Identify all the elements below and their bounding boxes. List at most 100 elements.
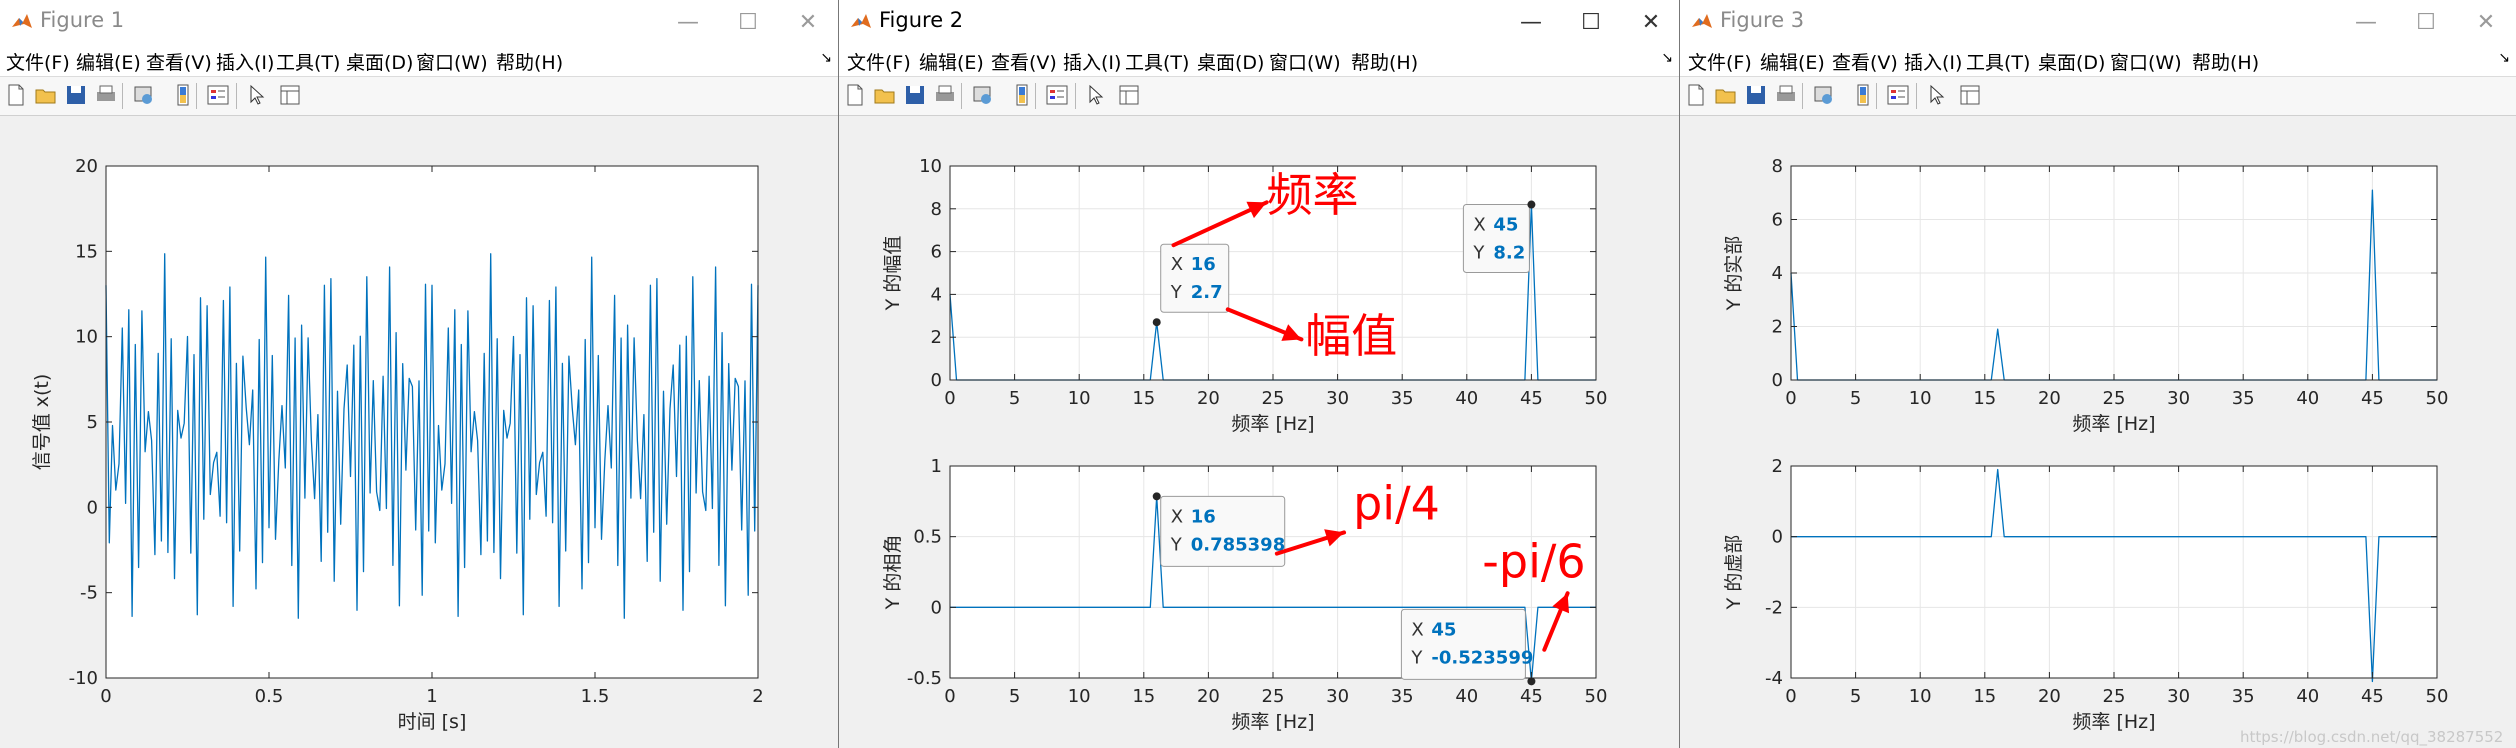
title-bar[interactable]: Figure 3 — ☐ ✕ [1680, 0, 2516, 44]
menu-item-1[interactable]: 文件(F) [1688, 48, 1752, 75]
property-inspector-icon[interactable] [1958, 83, 1982, 107]
minimize-button[interactable]: — [658, 0, 718, 44]
axes-f2a[interactable]: 0 5 10 15 20 25 30 35 40 45 50 0 2 4 6 8 10 频率 [Hz] Y 的幅值 X… [882, 156, 1607, 435]
minimize-button[interactable]: — [2336, 0, 2396, 44]
maximize-button[interactable]: ☐ [718, 0, 778, 44]
property-inspector-icon[interactable] [278, 83, 302, 107]
menu-item-5[interactable]: 工具(T) [1125, 48, 1189, 75]
insert-colorbar-icon[interactable] [1011, 83, 1035, 107]
open-folder-icon[interactable] [1714, 83, 1738, 107]
menu-item-2[interactable]: 编辑(E) [1760, 48, 1825, 75]
menu-item-6[interactable]: 桌面(D) [346, 48, 413, 75]
menu-item-8[interactable]: 帮助(H) [496, 48, 563, 75]
open-folder-icon[interactable] [873, 83, 897, 107]
insert-legend-icon[interactable] [206, 83, 230, 107]
pointer-icon[interactable] [1083, 83, 1107, 107]
insert-colorbar-icon[interactable] [172, 83, 196, 107]
menu-item-7[interactable]: 窗口(W) [416, 48, 488, 75]
data-tip-marker [1152, 318, 1161, 327]
new-file-icon[interactable] [4, 83, 28, 107]
maximize-button[interactable]: ☐ [1561, 0, 1621, 44]
menu-expand-icon[interactable]: ↘ [2498, 50, 2510, 66]
menu-item-7[interactable]: 窗口(W) [2110, 48, 2182, 75]
x-tick-label: 45 [1520, 686, 1543, 707]
close-button[interactable]: ✕ [2456, 0, 2516, 44]
minimize-button[interactable]: — [1501, 0, 1561, 44]
x-axis-label: 频率 [Hz] [2072, 711, 2155, 733]
toolbar-separator [1075, 83, 1076, 109]
pointer-icon[interactable] [1924, 83, 1948, 107]
axes-f2b[interactable]: 0 5 10 15 20 25 30 35 40 45 50-0.500.51频率 [Hz]Y 的相… [882, 456, 1607, 733]
x-tick-label: 2 [752, 686, 763, 707]
menu-item-7[interactable]: 窗口(W) [1269, 48, 1341, 75]
data-tip-y-value: 8.2 [1493, 243, 1525, 264]
menu-item-5[interactable]: 工具(T) [1966, 48, 2030, 75]
x-tick-label: 15 [1973, 388, 1996, 409]
y-tick-label: -4 [1765, 668, 1783, 689]
menu-item-8[interactable]: 帮助(H) [2192, 48, 2259, 75]
toolbar-separator [196, 83, 197, 109]
title-bar[interactable]: Figure 2 — ☐ ✕ [839, 0, 1679, 44]
menu-item-4[interactable]: 插入(I) [216, 48, 274, 75]
data-tip[interactable]: X 16 Y 0.785398 [1152, 492, 1286, 567]
axes-f3b[interactable]: 0 5 10 15 20 25 30 35 40 45 50 -4 -2 0 2 频率 [Hz] Y 的虚部 [1723, 456, 2448, 733]
menu-item-4[interactable]: 插入(I) [1063, 48, 1121, 75]
close-button[interactable]: ✕ [778, 0, 838, 44]
figure-plot-area: 0 0.5 1 1.5 2 -10 -5 0 5 10 15 20 时间 [s] 信号值 x(t) [31, 156, 764, 733]
save-icon[interactable] [903, 83, 927, 107]
annotation-text: -pi/6 [1482, 535, 1585, 589]
pointer-icon[interactable] [244, 83, 268, 107]
print-icon[interactable] [1774, 83, 1798, 107]
figure-window-3: Figure 3 — ☐ ✕ 文件(F) 编辑(E) 查看(V) 插入(I) 工具(T) 桌面(D… [1680, 0, 2516, 748]
property-inspector-icon[interactable] [1117, 83, 1141, 107]
menu-item-8[interactable]: 帮助(H) [1351, 48, 1418, 75]
menu-item-3[interactable]: 查看(V) [991, 48, 1057, 75]
print-icon[interactable] [94, 83, 118, 107]
menu-expand-icon[interactable]: ↘ [820, 50, 832, 66]
menu-item-3[interactable]: 查看(V) [146, 48, 212, 75]
insert-legend-icon[interactable] [1045, 83, 1069, 107]
close-button[interactable]: ✕ [1621, 0, 1679, 44]
insert-legend-icon[interactable] [1886, 83, 1910, 107]
menu-item-3[interactable]: 查看(V) [1832, 48, 1898, 75]
print-preview-icon[interactable] [132, 83, 156, 107]
axes-f3a[interactable]: 0 5 10 15 20 25 30 35 40 45 50 0 2 4 6 8 频率 [Hz] Y 的实部 [1723, 156, 2448, 435]
x-tick-label: 5 [1850, 388, 1861, 409]
toolbar-separator [1802, 83, 1803, 109]
title-bar[interactable]: Figure 1 — ☐ ✕ [0, 0, 838, 44]
matlab-logo-icon [851, 14, 871, 28]
x-tick-label: 10 [1909, 686, 1932, 707]
menu-item-1[interactable]: 文件(F) [6, 48, 70, 75]
x-tick-label: 5 [1850, 686, 1861, 707]
print-icon[interactable] [933, 83, 957, 107]
new-file-icon[interactable] [843, 83, 867, 107]
data-tip-x-label: X [1171, 506, 1183, 527]
annotation-text: pi/4 [1353, 477, 1440, 531]
print-preview-icon[interactable] [1812, 83, 1836, 107]
x-tick-label: 5 [1009, 388, 1020, 409]
x-tick-label: 25 [1262, 686, 1285, 707]
y-tick-label: 4 [931, 284, 942, 305]
menu-item-2[interactable]: 编辑(E) [76, 48, 141, 75]
figure-toolbar [839, 77, 1679, 116]
menu-item-4[interactable]: 插入(I) [1904, 48, 1962, 75]
data-tip[interactable]: X 45 Y -0.523599 [1400, 608, 1536, 686]
print-preview-icon[interactable] [971, 83, 995, 107]
axes-f1[interactable]: 0 0.5 1 1.5 2 -10 -5 0 5 10 15 20 时间 [s] 信号值 x(t) [31, 156, 764, 733]
menu-item-1[interactable]: 文件(F) [847, 48, 911, 75]
x-tick-label: 0 [944, 686, 955, 707]
new-file-icon[interactable] [1684, 83, 1708, 107]
menu-item-5[interactable]: 工具(T) [276, 48, 340, 75]
menu-item-2[interactable]: 编辑(E) [919, 48, 984, 75]
data-tip[interactable]: X 45 Y 8.2 [1462, 200, 1536, 274]
menu-item-6[interactable]: 桌面(D) [2038, 48, 2105, 75]
y-tick-label: 10 [919, 156, 942, 177]
data-tip-y-value: -0.523599 [1431, 647, 1533, 668]
insert-colorbar-icon[interactable] [1852, 83, 1876, 107]
menu-item-6[interactable]: 桌面(D) [1197, 48, 1264, 75]
maximize-button[interactable]: ☐ [2396, 0, 2456, 44]
menu-expand-icon[interactable]: ↘ [1661, 50, 1673, 66]
save-icon[interactable] [1744, 83, 1768, 107]
save-icon[interactable] [64, 83, 88, 107]
open-folder-icon[interactable] [34, 83, 58, 107]
